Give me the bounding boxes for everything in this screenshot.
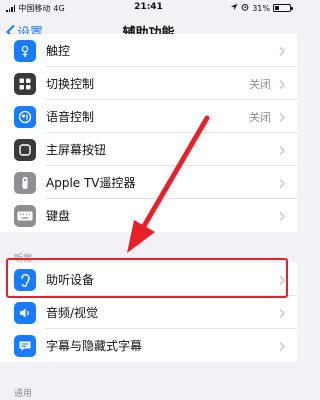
row-label: 字幕与隐藏式字幕 — [46, 339, 143, 353]
home-button-icon — [14, 138, 36, 161]
chevron-right-icon — [279, 173, 285, 192]
row-label: Apple TV遥控器 — [46, 176, 136, 190]
row-audio-visual[interactable]: 音频/视觉 — [0, 296, 297, 329]
row-voice-control[interactable]: 语音控制 关闭 — [0, 100, 297, 133]
row-keyboard[interactable]: 键盘 — [0, 199, 297, 232]
battery-percent: 31% — [252, 3, 270, 13]
apple-tv-remote-icon — [14, 171, 36, 194]
location-icon — [230, 3, 238, 13]
chevron-right-icon — [279, 336, 285, 355]
touch-icon — [14, 39, 36, 62]
annotation-highlight-box — [6, 258, 288, 298]
status-bar: 中国移动 4G 21:41 31% — [0, 0, 297, 16]
row-apple-tv-remote[interactable]: Apple TV遥控器 — [0, 166, 297, 199]
row-label: 音频/视觉 — [46, 306, 99, 320]
physical-motor-group: 触控 切换控制 关闭 语音控制 关闭 主屏幕按钮 Apple TV遥控器 键盘 — [0, 34, 297, 232]
row-label: 触控 — [46, 44, 71, 58]
row-touch[interactable]: 触控 — [0, 34, 297, 67]
voice-control-icon — [14, 105, 36, 128]
row-value: 关闭 — [249, 77, 271, 91]
row-subtitles-captioning[interactable]: 字幕与隐藏式字幕 — [0, 329, 297, 362]
chevron-right-icon — [279, 140, 285, 159]
chevron-right-icon — [279, 107, 285, 126]
row-label: 语音控制 — [46, 110, 95, 124]
audio-visual-icon — [14, 301, 36, 324]
row-value: 关闭 — [249, 110, 271, 124]
chevron-right-icon — [279, 41, 285, 60]
row-label: 切换控制 — [46, 77, 95, 91]
battery-icon — [273, 4, 293, 12]
row-label: 键盘 — [46, 209, 71, 223]
switch-control-icon — [14, 72, 36, 95]
section-header-general: 通用 — [14, 389, 33, 399]
chevron-right-icon — [279, 74, 285, 93]
chevron-right-icon — [279, 303, 285, 322]
row-home-button[interactable]: 主屏幕按钮 — [0, 133, 297, 166]
status-right: 31% — [230, 3, 293, 13]
row-switch-control[interactable]: 切换控制 关闭 — [0, 67, 297, 100]
chevron-right-icon — [279, 206, 285, 225]
keyboard-icon — [14, 204, 36, 227]
row-label: 主屏幕按钮 — [46, 143, 107, 157]
subtitles-icon — [14, 334, 36, 357]
alarm-icon — [241, 3, 249, 13]
